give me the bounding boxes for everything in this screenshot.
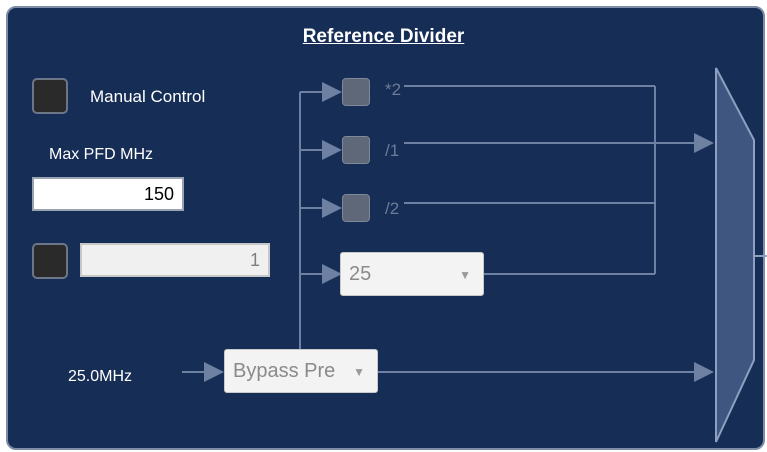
divider-value-input[interactable]: 1 bbox=[80, 243, 270, 277]
divide-1-checkbox[interactable] bbox=[342, 136, 370, 164]
divider-checkbox[interactable] bbox=[32, 243, 68, 279]
bypass-pre-value: Bypass Pre bbox=[233, 360, 336, 382]
manual-control-label: Manual Control bbox=[90, 87, 206, 106]
max-pfd-input[interactable]: 150 bbox=[32, 177, 184, 211]
panel-title: Reference Divider bbox=[302, 26, 465, 47]
manual-control-checkbox[interactable] bbox=[32, 78, 68, 114]
input-frequency-label: 25.0MHz bbox=[68, 368, 133, 385]
multiplexer-shape bbox=[715, 67, 755, 443]
divider-ratio-value: 25 bbox=[349, 263, 372, 285]
divide-2-label: /2 bbox=[385, 199, 400, 218]
max-pfd-label: Max PFD MHz bbox=[49, 146, 153, 163]
multiply-2-checkbox[interactable] bbox=[342, 78, 370, 106]
multiply-2-label: *2 bbox=[385, 80, 402, 99]
divider-ratio-dropdown[interactable]: 25 ▼ bbox=[340, 252, 484, 296]
divide-1-label: /1 bbox=[385, 141, 400, 160]
bypass-pre-dropdown[interactable]: Bypass Pre ▼ bbox=[224, 349, 378, 393]
chevron-down-icon: ▼ bbox=[459, 268, 471, 282]
chevron-down-icon: ▼ bbox=[353, 365, 365, 379]
divide-2-checkbox[interactable] bbox=[342, 194, 370, 222]
